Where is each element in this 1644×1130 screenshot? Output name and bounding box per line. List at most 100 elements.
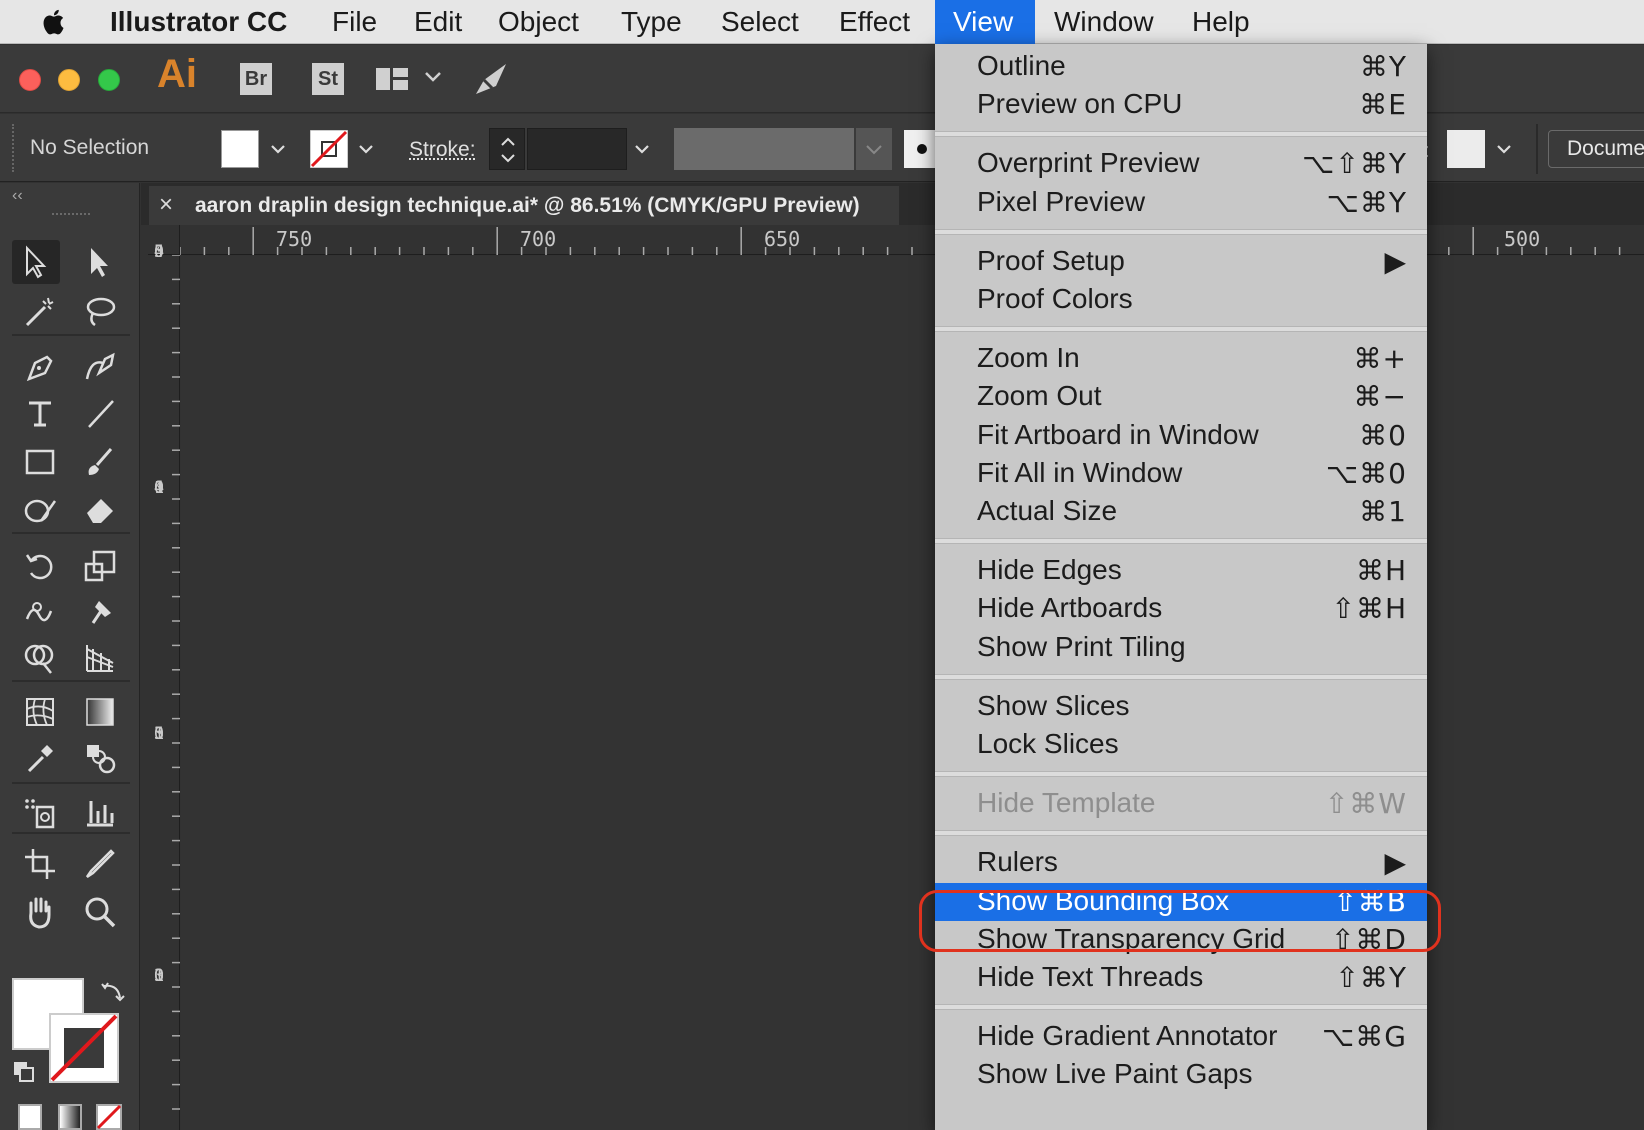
gradient-tool-icon[interactable]	[76, 690, 124, 734]
menu-view[interactable]: View	[935, 0, 1035, 44]
menu-item-hide-text-threads[interactable]: Hide Text Threads ⇧⌘Y	[935, 959, 1427, 997]
graphic-style-dropdown[interactable]	[1490, 130, 1518, 168]
stroke-weight-input[interactable]	[527, 128, 627, 170]
menu-item-shortcut: ⌘+	[1353, 342, 1407, 376]
artboard-tool-icon[interactable]	[16, 842, 64, 886]
menu-item-shortcut: ⇧⌘W	[1324, 787, 1407, 821]
blend-tool-icon[interactable]	[76, 736, 124, 780]
none-mode-button[interactable]	[96, 1104, 122, 1130]
menu-window[interactable]: Window	[1036, 0, 1172, 44]
close-tab-icon[interactable]: ×	[159, 191, 173, 219]
stroke-dropdown[interactable]	[352, 130, 380, 168]
menu-item-shortcut: ⌥⌘Y	[1326, 185, 1407, 219]
shape-builder-tool-icon[interactable]	[16, 636, 64, 680]
rotate-tool-icon[interactable]	[16, 544, 64, 588]
menu-edit[interactable]: Edit	[396, 0, 480, 44]
menu-select[interactable]: Select	[703, 0, 817, 44]
brush-definition-swatch[interactable]	[904, 130, 938, 168]
panel-grip[interactable]	[12, 124, 14, 172]
menu-item-outline[interactable]: Outline ⌘Y	[935, 48, 1427, 86]
fill-dropdown[interactable]	[264, 130, 292, 168]
menu-item-label: Fit Artboard in Window	[977, 418, 1259, 450]
document-tab[interactable]: × aaron draplin design technique.ai* @ 8…	[149, 186, 899, 226]
minimize-window-button[interactable]	[58, 69, 80, 91]
menu-item-rulers[interactable]: Rulers ▶	[935, 844, 1427, 882]
variable-width-profile[interactable]	[674, 128, 854, 170]
menu-item-show-live-paint-gaps[interactable]: Show Live Paint Gaps	[935, 1056, 1427, 1094]
symbol-sprayer-tool-icon[interactable]	[16, 790, 64, 834]
paintbrush-tool-icon[interactable]	[76, 440, 124, 484]
pen-tool-icon[interactable]	[16, 346, 64, 390]
perspective-grid-tool-icon[interactable]	[76, 636, 124, 680]
menu-item-lock-slices[interactable]: Lock Slices	[935, 726, 1427, 764]
close-window-button[interactable]	[19, 69, 41, 91]
menu-item-hide-edges[interactable]: Hide Edges ⌘H	[935, 552, 1427, 590]
eraser-tool-icon[interactable]	[76, 488, 124, 532]
apple-logo-icon[interactable]	[40, 7, 70, 37]
swap-fill-stroke-icon[interactable]	[100, 980, 126, 1004]
menu-item-fit-artboard-in-window[interactable]: Fit Artboard in Window ⌘0	[935, 417, 1427, 455]
chevron-down-icon[interactable]	[424, 70, 442, 84]
shaper-tool-icon[interactable]	[16, 488, 64, 532]
menu-item-actual-size[interactable]: Actual Size ⌘1	[935, 493, 1427, 531]
line-segment-tool-icon[interactable]	[76, 392, 124, 436]
menu-item-pixel-preview[interactable]: Pixel Preview ⌥⌘Y	[935, 184, 1427, 222]
stroke-weight-dropdown[interactable]	[628, 130, 656, 168]
eyedropper-tool-icon[interactable]	[16, 736, 64, 780]
default-fill-stroke-icon[interactable]	[12, 1060, 36, 1084]
puppet-warp-tool-icon[interactable]	[76, 590, 124, 634]
menu-object[interactable]: Object	[480, 0, 597, 44]
menu-effect[interactable]: Effect	[821, 0, 928, 44]
stock-button[interactable]: St	[312, 63, 344, 95]
type-tool-icon[interactable]	[16, 392, 64, 436]
menu-item-zoom-in[interactable]: Zoom In ⌘+	[935, 340, 1427, 378]
document-setup-button[interactable]: Docume	[1548, 130, 1644, 168]
hand-tool-icon[interactable]	[16, 890, 64, 934]
menu-item-hide-gradient-annotator[interactable]: Hide Gradient Annotator ⌥⌘G	[935, 1018, 1427, 1056]
menu-item-label: Fit All in Window	[977, 456, 1183, 488]
lasso-tool-icon[interactable]	[76, 290, 124, 334]
fill-swatch[interactable]	[221, 130, 259, 168]
arrange-documents-icon[interactable]	[374, 64, 410, 94]
selection-status: No Selection	[30, 136, 150, 159]
collapse-panel-icon[interactable]: ‹‹	[12, 187, 23, 205]
menu-help[interactable]: Help	[1174, 0, 1268, 44]
menu-type[interactable]: Type	[603, 0, 700, 44]
mesh-tool-icon[interactable]	[16, 690, 64, 734]
menu-file[interactable]: File	[314, 0, 395, 44]
menu-item-zoom-out[interactable]: Zoom Out ⌘−	[935, 378, 1427, 416]
gradient-mode-button[interactable]	[58, 1104, 82, 1130]
warp-tool-icon[interactable]	[16, 590, 64, 634]
stroke-color-box[interactable]	[48, 1012, 120, 1084]
panel-grip[interactable]	[52, 213, 90, 217]
column-graph-tool-icon[interactable]	[76, 790, 124, 834]
publish-rocket-icon[interactable]	[470, 58, 514, 100]
curvature-tool-icon[interactable]	[76, 346, 124, 390]
zoom-window-button[interactable]	[98, 69, 120, 91]
menu-item-preview-on-cpu[interactable]: Preview on CPU ⌘E	[935, 86, 1427, 124]
selection-tool-icon[interactable]	[12, 240, 60, 284]
stroke-weight-stepper[interactable]	[489, 128, 525, 170]
slice-tool-icon[interactable]	[76, 842, 124, 886]
profile-dropdown[interactable]	[856, 128, 892, 170]
zoom-tool-icon[interactable]	[76, 890, 124, 934]
menu-item-overprint-preview[interactable]: Overprint Preview ⌥⇧⌘Y	[935, 145, 1427, 183]
menu-item-label: Proof Setup	[977, 244, 1125, 276]
menu-item-proof-colors[interactable]: Proof Colors	[935, 281, 1427, 319]
color-mode-button[interactable]	[18, 1104, 42, 1130]
menu-app-name[interactable]: Illustrator CC	[92, 0, 305, 44]
vertical-ruler[interactable]: 450 1400 1350 1300	[148, 243, 180, 1130]
direct-selection-tool-icon[interactable]	[76, 240, 124, 284]
menu-item-show-slices[interactable]: Show Slices	[935, 688, 1427, 726]
stroke-none-swatch[interactable]	[310, 130, 348, 168]
scale-tool-icon[interactable]	[76, 544, 124, 588]
rectangle-tool-icon[interactable]	[16, 440, 64, 484]
menu-item-show-print-tiling[interactable]: Show Print Tiling	[935, 629, 1427, 667]
stroke-label[interactable]: Stroke:	[409, 138, 476, 162]
magic-wand-tool-icon[interactable]	[16, 290, 64, 334]
bridge-button[interactable]: Br	[240, 63, 272, 95]
menu-item-fit-all-in-window[interactable]: Fit All in Window ⌥⌘0	[935, 455, 1427, 493]
menu-item-proof-setup[interactable]: Proof Setup ▶	[935, 243, 1427, 281]
menu-item-hide-artboards[interactable]: Hide Artboards ⇧⌘H	[935, 590, 1427, 628]
graphic-style-swatch[interactable]	[1447, 130, 1485, 168]
